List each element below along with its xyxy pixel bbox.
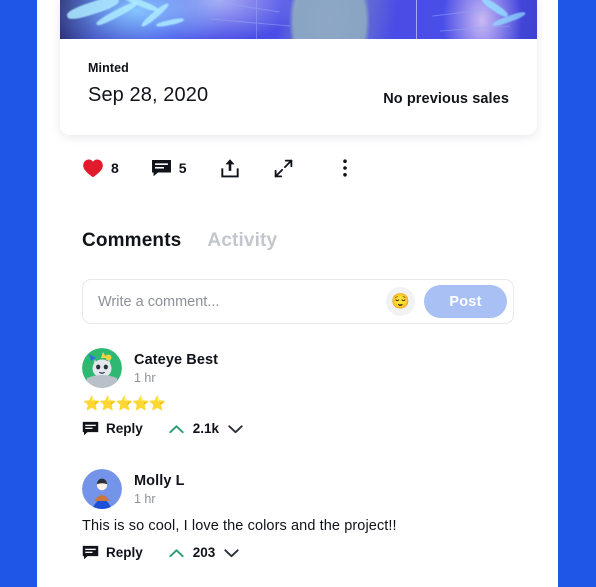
action-bar: 8 5 <box>82 157 354 179</box>
nft-artwork-image[interactable] <box>60 0 537 39</box>
tab-comments[interactable]: Comments <box>82 230 181 252</box>
chevron-up-icon[interactable] <box>169 548 184 558</box>
comment-composer: 😌 Post <box>82 279 514 324</box>
nft-meta: Minted Sep 28, 2020 No previous sales <box>60 39 537 135</box>
comment-actions: Reply 203 <box>82 545 532 560</box>
comment-timestamp: 1 hr <box>134 491 156 506</box>
expand-button[interactable] <box>273 158 294 179</box>
vote-score: 2.1k <box>192 421 220 436</box>
vote-control: 203 <box>169 545 240 560</box>
more-vertical-icon <box>342 159 347 177</box>
like-button[interactable]: 8 <box>82 158 119 178</box>
comment-count: 5 <box>178 160 187 176</box>
like-count: 8 <box>111 160 119 176</box>
person-avatar[interactable] <box>82 469 122 509</box>
comment-header: Molly L 1 hr <box>82 469 532 509</box>
person-avatar-image <box>82 469 122 509</box>
comment-body: This is so cool, I love the colors and t… <box>82 518 397 534</box>
previous-sales-status: No previous sales <box>383 91 509 107</box>
comment-header: Cateye Best 1 hr <box>82 348 532 388</box>
comment-bubble-icon <box>82 545 99 560</box>
chevron-down-icon[interactable] <box>228 424 243 434</box>
more-options-button[interactable] <box>326 158 354 178</box>
reply-button[interactable]: Reply <box>82 545 143 560</box>
heart-icon <box>83 159 103 178</box>
comments-activity-tabs: Comments Activity <box>82 230 277 252</box>
expand-icon <box>274 159 292 177</box>
cat-avatar[interactable] <box>82 348 122 388</box>
minted-label: Minted <box>88 61 129 75</box>
cat-avatar-image <box>82 348 122 388</box>
tab-activity[interactable]: Activity <box>207 230 277 252</box>
chevron-down-icon[interactable] <box>224 548 239 558</box>
comment-input[interactable] <box>98 293 386 310</box>
page-root: Minted Sep 28, 2020 No previous sales 8 … <box>0 0 596 587</box>
comment-actions: Reply 2.1k <box>82 421 532 436</box>
comment-timestamp: 1 hr <box>134 370 156 385</box>
chevron-up-icon[interactable] <box>169 424 184 434</box>
share-button[interactable] <box>219 157 241 179</box>
vote-score: 203 <box>192 545 216 560</box>
emoji-smiley-icon[interactable]: 😌 <box>386 287 415 316</box>
comment-bubble-icon <box>82 421 99 436</box>
reply-button[interactable]: Reply <box>82 421 143 436</box>
comment-author: Cateye Best <box>134 351 219 368</box>
reply-label: Reply <box>106 421 143 436</box>
comment-bubble-icon <box>151 159 171 177</box>
comment-button[interactable]: 5 <box>151 159 187 177</box>
nft-detail-card: Minted Sep 28, 2020 No previous sales <box>60 0 537 135</box>
reply-label: Reply <box>106 545 143 560</box>
comment-rating: ⭐⭐⭐⭐⭐ <box>83 395 166 411</box>
vote-control: 2.1k <box>169 421 243 436</box>
share-icon <box>220 159 239 178</box>
comment-item: Cateye Best 1 hr ⭐⭐⭐⭐⭐ Reply 2.1k <box>82 348 532 436</box>
post-comment-button[interactable]: Post <box>424 285 507 318</box>
content-sheet: Minted Sep 28, 2020 No previous sales 8 … <box>37 0 558 587</box>
comment-item: Molly L 1 hr This is so cool, I love the… <box>82 469 532 560</box>
comment-author: Molly L <box>134 472 185 489</box>
